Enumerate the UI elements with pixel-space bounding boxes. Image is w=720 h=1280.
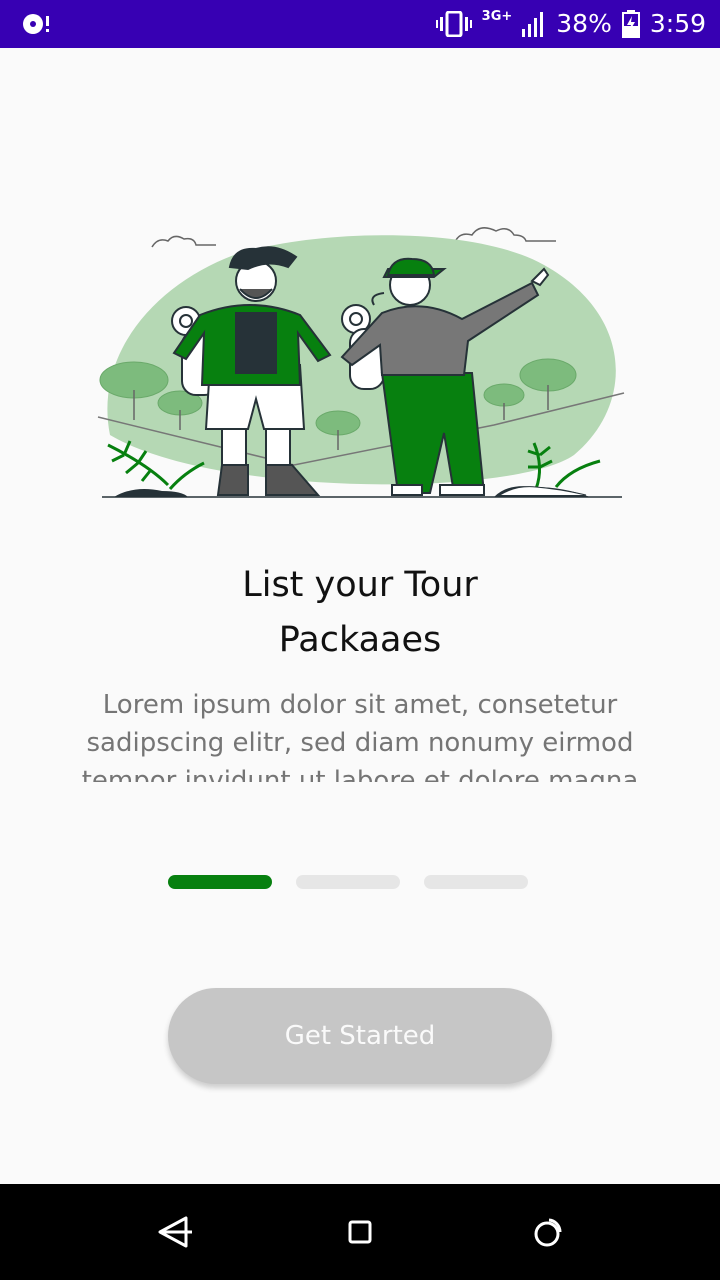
- page-indicator-dot-3[interactable]: [424, 875, 528, 889]
- hikers-illustration: [97, 227, 625, 498]
- navigation-bar: [0, 1184, 720, 1280]
- signal-icon: [522, 12, 544, 37]
- recents-icon[interactable]: [527, 1212, 567, 1252]
- description-container: Lorem ipsum dolor sit amet, consetetur s…: [80, 686, 640, 782]
- title-line-2: Packaaes: [278, 620, 442, 660]
- back-icon[interactable]: [154, 1212, 194, 1252]
- page-indicator: [168, 875, 528, 889]
- page-title: List your Tour Packaaes: [0, 558, 720, 668]
- home-icon[interactable]: [340, 1212, 380, 1252]
- page-indicator-dot-2[interactable]: [296, 875, 400, 889]
- description-text: Lorem ipsum dolor sit amet, consetetur s…: [81, 690, 639, 782]
- battery-charging-icon: [621, 10, 640, 38]
- page-indicator-dot-1[interactable]: [168, 875, 272, 889]
- music-disc-icon: [23, 14, 49, 34]
- network-type: 3G+: [481, 8, 513, 24]
- vibrate-icon: [435, 11, 472, 37]
- title-line-1: List your Tour: [242, 565, 478, 605]
- get-started-button[interactable]: Get Started: [168, 988, 552, 1084]
- status-right: 3G+ 38% 3:59: [435, 0, 706, 48]
- clock: 3:59: [649, 9, 706, 38]
- battery-percent: 38%: [556, 9, 612, 38]
- status-bar: 3G+ 38% 3:59: [0, 0, 720, 48]
